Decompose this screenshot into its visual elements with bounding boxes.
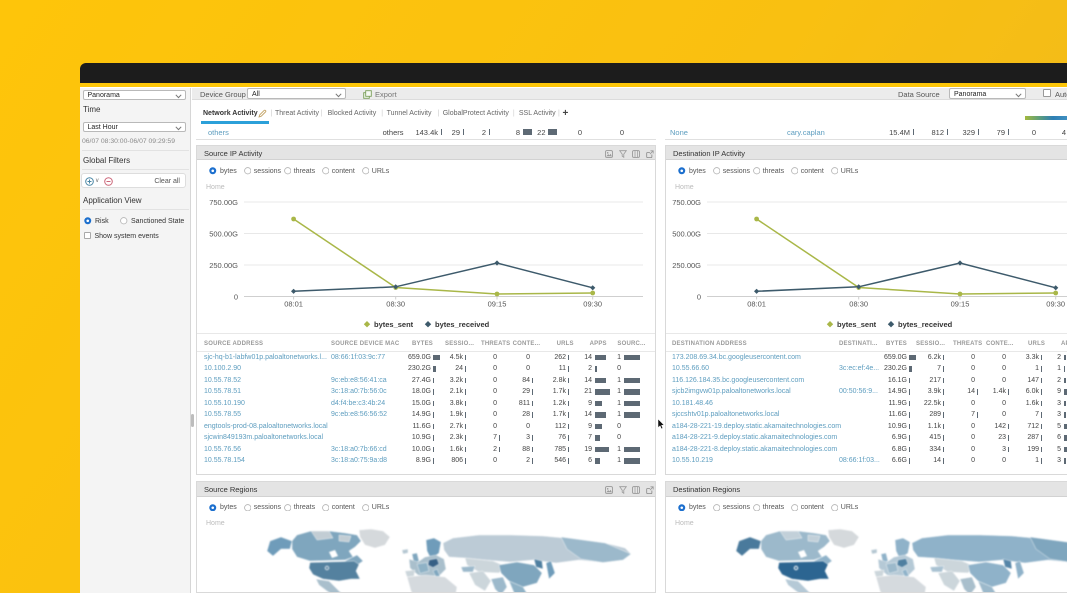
svg-text:bytes_received: bytes_received bbox=[435, 320, 490, 329]
svg-text:500.00G: 500.00G bbox=[209, 229, 238, 238]
svg-text:09:15: 09:15 bbox=[488, 299, 507, 308]
svg-text:0: 0 bbox=[234, 292, 238, 301]
svg-text:09:30: 09:30 bbox=[1046, 299, 1065, 308]
svg-text:09:15: 09:15 bbox=[951, 299, 970, 308]
svg-text:09:30: 09:30 bbox=[583, 299, 602, 308]
svg-text:bytes_sent: bytes_sent bbox=[374, 320, 414, 329]
svg-text:bytes_sent: bytes_sent bbox=[837, 320, 877, 329]
svg-text:08:30: 08:30 bbox=[849, 299, 868, 308]
svg-text:750.00G: 750.00G bbox=[672, 197, 701, 206]
svg-text:0: 0 bbox=[697, 292, 701, 301]
svg-text:750.00G: 750.00G bbox=[209, 197, 238, 206]
svg-text:08:30: 08:30 bbox=[386, 299, 405, 308]
svg-text:250.00G: 250.00G bbox=[209, 260, 238, 269]
svg-text:08:01: 08:01 bbox=[747, 299, 766, 308]
svg-text:bytes_received: bytes_received bbox=[898, 320, 953, 329]
svg-text:250.00G: 250.00G bbox=[672, 260, 701, 269]
svg-text:08:01: 08:01 bbox=[284, 299, 303, 308]
svg-text:500.00G: 500.00G bbox=[672, 229, 701, 238]
